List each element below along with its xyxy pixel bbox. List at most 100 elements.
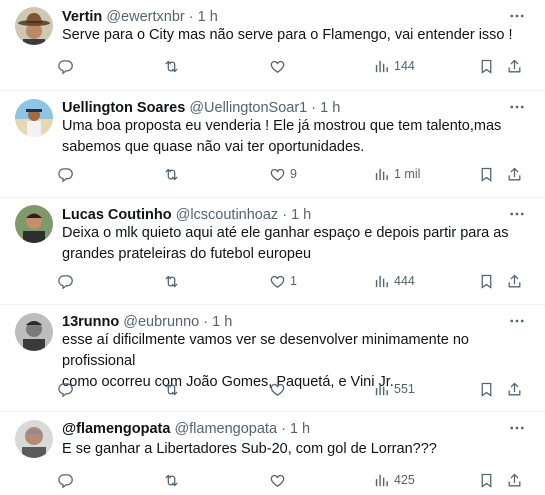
reply-button[interactable] — [57, 379, 78, 399]
avatar[interactable] — [15, 7, 53, 45]
tweet-text: Deixa o mlk quieto aqui até ele ganhar e… — [62, 223, 532, 265]
repost-icon — [163, 58, 180, 75]
reply-icon — [57, 472, 74, 489]
like-count: 9 — [290, 167, 297, 181]
repost-button[interactable] — [163, 56, 184, 76]
tweet[interactable]: @flamengopata @flamengopata · 1 h E se g… — [0, 412, 545, 495]
reply-button[interactable] — [57, 164, 78, 184]
separator-dot: · — [281, 421, 286, 437]
like-button[interactable]: 1 — [269, 271, 297, 291]
display-name[interactable]: @flamengopata — [62, 421, 170, 437]
more-icon[interactable] — [507, 419, 527, 437]
repost-button[interactable] — [163, 271, 184, 291]
tweet[interactable]: 13runno @eubrunno · 1 h esse aí dificilm… — [0, 305, 545, 411]
tweet-actions: 144 — [0, 56, 545, 76]
repost-icon — [163, 381, 180, 398]
views-button[interactable]: 444 — [373, 271, 415, 291]
tweet-actions: 425 — [0, 470, 545, 490]
bookmark-icon — [478, 166, 495, 183]
user-handle[interactable]: @lcscoutinhoaz — [176, 207, 279, 223]
avatar[interactable] — [15, 205, 53, 243]
user-handle[interactable]: @ewertxnbr — [106, 9, 184, 25]
reply-button[interactable] — [57, 271, 78, 291]
bookmark-button[interactable] — [478, 379, 495, 399]
display-name[interactable]: Vertin — [62, 9, 102, 25]
timestamp[interactable]: 1 h — [320, 100, 340, 116]
avatar-bw-photo-image — [15, 313, 53, 351]
tweet-header: Uellington Soares @UellingtonSoar1 · 1 h — [62, 99, 340, 117]
tweet-text-line: Serve para o City mas não serve para o F… — [62, 27, 513, 43]
display-name[interactable]: Uellington Soares — [62, 100, 185, 116]
repost-button[interactable] — [163, 379, 184, 399]
avatar-older-man-image — [15, 420, 53, 458]
display-name[interactable]: Lucas Coutinho — [62, 207, 172, 223]
tweet-text-line: esse aí dificilmente vamos ver se desenv… — [62, 332, 469, 369]
tweet-text-line: E se ganhar a Libertadores Sub-20, com g… — [62, 441, 437, 457]
user-handle[interactable]: @UellingtonSoar1 — [189, 100, 307, 116]
tweet-text-line: Deixa o mlk quieto aqui até ele ganhar e… — [62, 225, 509, 241]
timestamp[interactable]: 1 h — [291, 207, 311, 223]
tweet-actions: 9 1 mil — [0, 164, 545, 184]
user-handle[interactable]: @flamengopata — [174, 421, 277, 437]
share-button[interactable] — [506, 56, 523, 76]
share-icon — [506, 166, 523, 183]
reply-icon — [57, 166, 74, 183]
views-icon — [373, 381, 390, 398]
more-icon[interactable] — [507, 98, 527, 116]
view-count: 551 — [394, 382, 415, 396]
more-icon[interactable] — [507, 205, 527, 223]
bookmark-button[interactable] — [478, 470, 495, 490]
like-button[interactable] — [269, 470, 290, 490]
more-icon[interactable] — [507, 7, 527, 25]
view-count: 444 — [394, 274, 415, 288]
view-count: 144 — [394, 59, 415, 73]
share-button[interactable] — [506, 470, 523, 490]
bookmark-button[interactable] — [478, 271, 495, 291]
bookmark-icon — [478, 58, 495, 75]
user-handle[interactable]: @eubrunno — [123, 314, 199, 330]
timestamp[interactable]: 1 h — [198, 9, 218, 25]
tweet[interactable]: Lucas Coutinho @lcscoutinhoaz · 1 h Deix… — [0, 198, 545, 304]
share-icon — [506, 381, 523, 398]
reply-button[interactable] — [57, 470, 78, 490]
tweet-text: Serve para o City mas não serve para o F… — [62, 25, 532, 46]
avatar[interactable] — [15, 313, 53, 351]
like-count: 1 — [290, 274, 297, 288]
share-icon — [506, 273, 523, 290]
separator-dot: · — [311, 100, 317, 116]
views-button[interactable]: 425 — [373, 470, 415, 490]
reply-button[interactable] — [57, 56, 78, 76]
tweet[interactable]: Vertin @ewertxnbr · 1 h Serve para o Cit… — [0, 0, 545, 90]
tweet-actions: 551 — [0, 379, 545, 399]
avatar[interactable] — [15, 420, 53, 458]
like-icon — [269, 472, 286, 489]
bookmark-icon — [478, 273, 495, 290]
display-name[interactable]: 13runno — [62, 314, 119, 330]
repost-button[interactable] — [163, 470, 184, 490]
like-button[interactable]: 9 — [269, 164, 297, 184]
like-button[interactable] — [269, 56, 290, 76]
avatar-cowboy-hat-image — [15, 7, 53, 45]
timestamp[interactable]: 1 h — [290, 421, 310, 437]
tweet-header: Vertin @ewertxnbr · 1 h — [62, 8, 218, 26]
repost-button[interactable] — [163, 164, 184, 184]
share-button[interactable] — [506, 271, 523, 291]
separator-dot: · — [203, 314, 209, 330]
share-button[interactable] — [506, 164, 523, 184]
views-button[interactable]: 144 — [373, 56, 415, 76]
separator-dot: · — [188, 9, 194, 25]
tweet-text: E se ganhar a Libertadores Sub-20, com g… — [62, 439, 532, 460]
share-button[interactable] — [506, 379, 523, 399]
timestamp[interactable]: 1 h — [212, 314, 232, 330]
like-icon — [269, 381, 286, 398]
tweet-text-line: grandes prateleiras do futebol europeu — [62, 246, 312, 262]
tweet[interactable]: Uellington Soares @UellingtonSoar1 · 1 h… — [0, 91, 545, 197]
bookmark-button[interactable] — [478, 164, 495, 184]
views-button[interactable]: 551 — [373, 379, 415, 399]
views-button[interactable]: 1 mil — [373, 164, 420, 184]
like-button[interactable] — [269, 379, 290, 399]
more-icon[interactable] — [507, 312, 527, 330]
avatar[interactable] — [15, 99, 53, 137]
bookmark-button[interactable] — [478, 56, 495, 76]
views-icon — [373, 472, 390, 489]
